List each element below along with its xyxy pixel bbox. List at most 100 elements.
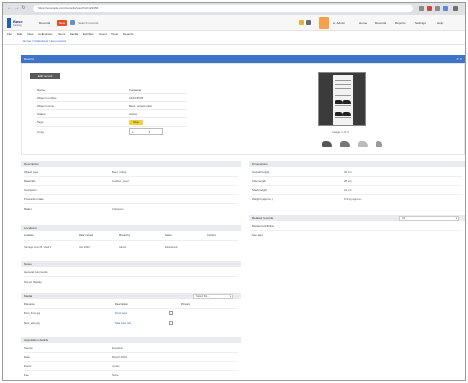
column-header[interactable]: Location (24, 234, 34, 237)
primary-checkbox[interactable] (169, 321, 173, 325)
records-link[interactable]: Records (37, 20, 52, 26)
breadcrumb[interactable]: Home / Collections / Item record (23, 39, 66, 43)
media-description[interactable]: Front view (115, 312, 127, 315)
new-button[interactable]: New (57, 20, 68, 26)
detail-label: Overall height (252, 170, 270, 174)
header-link[interactable]: Settings (415, 19, 426, 27)
search-icon[interactable] (70, 20, 75, 25)
divider (37, 117, 187, 118)
search-input[interactable]: Search records (76, 20, 100, 26)
user-avatar[interactable] (319, 17, 329, 29)
logo-mark (7, 18, 11, 28)
related-link[interactable]: See also (252, 233, 263, 237)
column-header[interactable]: Primary (181, 303, 190, 306)
extension-icon[interactable] (427, 6, 432, 11)
app-header: Base Catalog Records New Search records … (3, 15, 465, 31)
column-header[interactable]: Current (207, 234, 216, 237)
logo[interactable]: Base Catalog (7, 18, 29, 28)
menu-item[interactable]: Exhibits (83, 32, 94, 36)
detail-value: Boot, riding (112, 170, 127, 174)
close-icon[interactable]: × × (456, 56, 462, 61)
extension-icon[interactable] (419, 6, 424, 11)
chevron-down-icon: ▾ (229, 295, 231, 298)
detail-row: Sole length 28 cm (252, 179, 462, 184)
detail-row: Weight (approx.) 0.9 kg approx. (252, 197, 462, 202)
media-filename[interactable]: Boot_side.jpg (24, 322, 40, 325)
reload-icon[interactable]: ↻ (21, 6, 26, 11)
menu-icon[interactable] (453, 6, 458, 11)
menu-item[interactable]: Reports (123, 32, 134, 36)
profile-icon[interactable] (443, 6, 448, 11)
detail-row: Maker Unknown (24, 207, 238, 212)
column-header[interactable]: Notes (165, 234, 172, 237)
file-select[interactable]: Select file... ▾ (193, 294, 233, 299)
related-row[interactable]: See also (252, 233, 462, 238)
header-link[interactable]: Records (375, 19, 386, 27)
select-placeholder: Select file... (196, 295, 210, 298)
menu-item[interactable]: Items (58, 32, 65, 36)
help-icon[interactable] (306, 20, 311, 25)
preview-caption: Image 1 of 4 (332, 130, 349, 134)
thumbnail[interactable] (320, 138, 334, 150)
forward-icon[interactable]: → (14, 6, 19, 11)
detail-label: Object type (24, 170, 39, 174)
notes-panel: Notes General comments Not on display (21, 261, 241, 289)
detail-value: Jones (112, 364, 120, 368)
note-text: General comments (24, 270, 48, 274)
divider (37, 101, 187, 102)
field-label: Status (37, 112, 46, 116)
related-filter-select[interactable]: All ▾ (399, 216, 459, 221)
section-title: Media (24, 294, 33, 298)
record-title-bar: Record × × (21, 55, 465, 63)
column-header[interactable]: Date moved (79, 234, 93, 237)
field-value: 1234.5678 (129, 96, 144, 100)
divider (37, 109, 187, 110)
table-cell: Storage room B, shelf 4 (24, 246, 52, 249)
header-link[interactable]: Home (359, 19, 367, 27)
menu-item[interactable]: Edit (17, 32, 22, 36)
detail-row: Inscription (24, 188, 238, 193)
notification-icon[interactable] (299, 20, 304, 25)
tag-badge[interactable]: Shoe (129, 120, 143, 125)
detail-row: Date March 2019 (24, 355, 238, 360)
thumbnail[interactable] (372, 138, 386, 150)
section-header: Notes (21, 261, 241, 267)
media-description[interactable]: Side view, left (115, 322, 131, 325)
detail-label: Source (24, 346, 33, 350)
thumbnail[interactable] (338, 138, 352, 150)
column-header[interactable]: Description (115, 303, 128, 306)
edit-button[interactable]: Edit record (30, 73, 60, 79)
header-link[interactable]: Reports (395, 19, 406, 27)
primary-checkbox[interactable] (169, 311, 173, 315)
menu-item[interactable]: File (7, 32, 12, 36)
detail-row: Production date (24, 197, 238, 202)
related-row[interactable]: Related exhibition (252, 224, 462, 229)
address-bar[interactable]: https://example.com/records/view?id=1234… (33, 5, 413, 12)
back-icon[interactable]: ← (7, 6, 12, 11)
column-header[interactable]: Filename (24, 303, 35, 306)
menu-item[interactable]: View (27, 32, 33, 36)
menu-item[interactable]: Tools (111, 32, 118, 36)
related-link[interactable]: Related exhibition (252, 224, 274, 228)
column-header[interactable]: Moved by (119, 234, 130, 237)
related-panel: Related records All ▾ Related exhibition… (249, 215, 465, 241)
image-preview[interactable] (318, 72, 366, 126)
copy-select[interactable]: 1 ▾ (129, 128, 163, 135)
menu-item[interactable]: Collections (38, 32, 53, 36)
field-label: Object name (37, 104, 55, 108)
detail-value: 32 cm (344, 170, 352, 174)
header-link[interactable]: Help (437, 19, 443, 27)
detail-label: Maker (24, 207, 32, 211)
thumbnail[interactable] (356, 138, 370, 150)
field-row: Tags Shoe (37, 120, 187, 125)
field-label: Object number (37, 96, 57, 100)
table-cell: Admin (119, 246, 127, 249)
user-name[interactable]: A. Admin (333, 19, 345, 27)
extension-icon[interactable] (435, 6, 440, 11)
media-filename[interactable]: Boot_front.jpg (24, 312, 40, 315)
field-label: Copy (37, 130, 45, 134)
shoe-image (343, 112, 351, 116)
media-panel: Media Select file... ▾ Filename Descript… (21, 293, 241, 333)
menu-item[interactable]: Media (70, 32, 78, 36)
menu-item[interactable]: Users (99, 32, 107, 36)
